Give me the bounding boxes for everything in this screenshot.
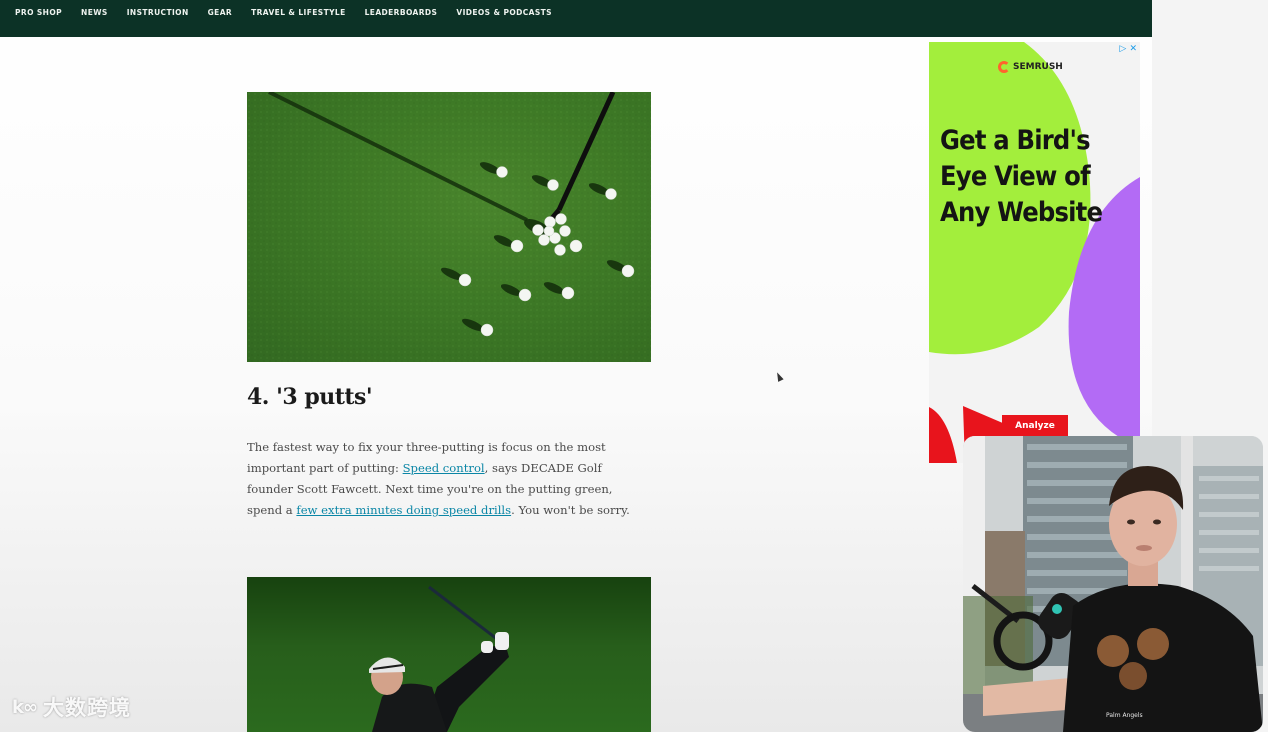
- article-paragraph: The fastest way to fix your three-puttin…: [247, 437, 642, 521]
- nav-item-pro-shop[interactable]: PRO SHOP: [15, 8, 62, 17]
- semrush-logo-icon: [998, 61, 1010, 73]
- ad-choices-icon[interactable]: ▷ ✕: [1119, 44, 1137, 54]
- golfer-swing-photo: [247, 577, 651, 732]
- analyze-button[interactable]: Analyze: [1002, 415, 1068, 437]
- golfer-illustration: [369, 585, 509, 732]
- watermark-logo-icon: k∞: [12, 696, 38, 718]
- putting-green-photo: [247, 92, 651, 362]
- golf-balls-illustration: [247, 92, 651, 362]
- article-section-heading: 4. '3 putts': [247, 384, 373, 410]
- speed-drills-link[interactable]: few extra minutes doing speed drills: [296, 503, 511, 517]
- nav-item-news[interactable]: NEWS: [81, 8, 108, 17]
- nav-item-gear[interactable]: GEAR: [208, 8, 232, 17]
- semrush-logo: SEMRUSH: [998, 61, 1063, 73]
- nav-item-travel-lifestyle[interactable]: TRAVEL & LIFESTYLE: [251, 8, 346, 17]
- webcam-person-illustration: [963, 436, 1263, 732]
- ad-headline: Get a Bird's Eye View of Any Website: [940, 125, 1103, 228]
- top-nav: PRO SHOP NEWS INSTRUCTION GEAR TRAVEL & …: [0, 0, 1152, 37]
- article-text: . You won't be sorry.: [511, 503, 630, 517]
- semrush-advertisement[interactable]: ▷ ✕ SEMRUSH Get a Bird's Eye View of Any…: [929, 42, 1140, 463]
- nav-item-leaderboards[interactable]: LEADERBOARDS: [365, 8, 438, 17]
- nav-item-videos-podcasts[interactable]: VIDEOS & PODCASTS: [456, 8, 552, 17]
- shirt-print-text: Palm Angels: [1106, 712, 1143, 719]
- ad-background-shapes: [929, 42, 1140, 463]
- nav-item-instruction[interactable]: INSTRUCTION: [127, 8, 189, 17]
- webcam-overlay: Palm Angels: [963, 436, 1263, 732]
- speed-control-link[interactable]: Speed control: [403, 461, 485, 475]
- semrush-logo-text: SEMRUSH: [1013, 62, 1063, 72]
- channel-watermark: k∞ 大数跨境: [12, 692, 131, 722]
- watermark-text: 大数跨境: [42, 696, 131, 720]
